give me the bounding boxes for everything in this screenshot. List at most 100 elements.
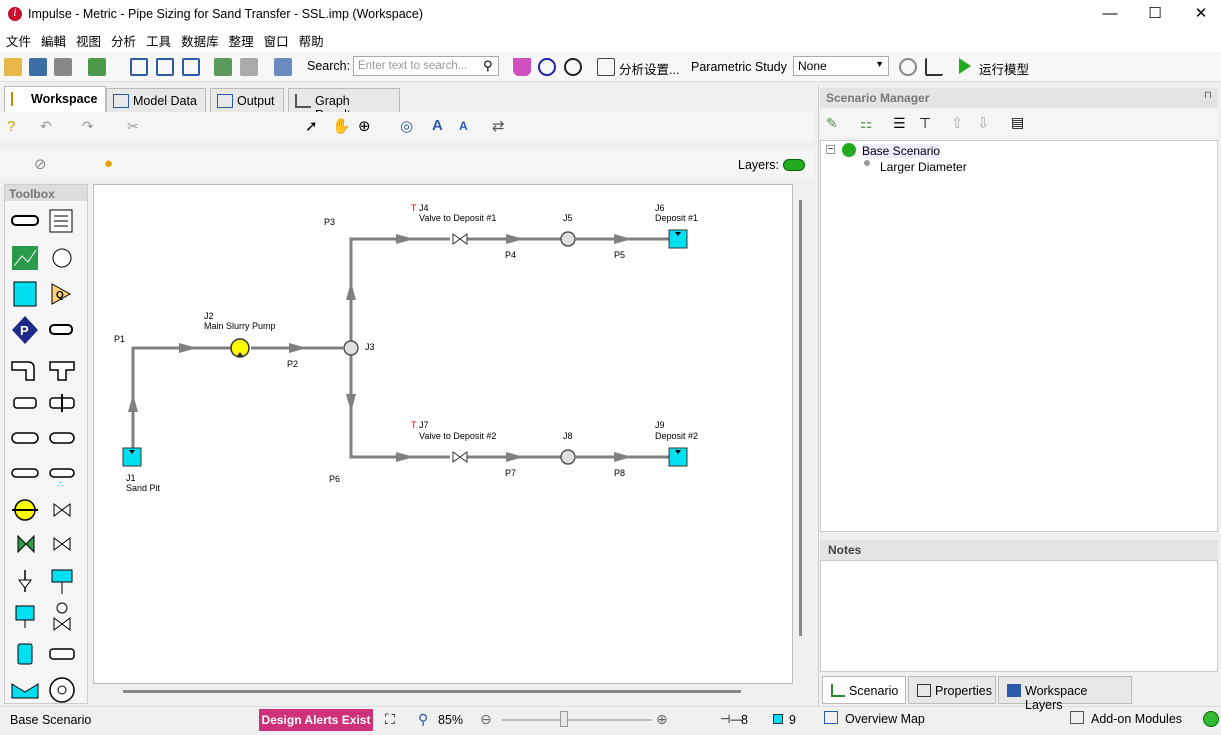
open-icon[interactable] <box>4 58 22 76</box>
export-icon[interactable] <box>88 58 106 76</box>
tool-screen[interactable] <box>11 432 39 444</box>
scenario-tree-icon[interactable]: ⚏ <box>860 115 873 132</box>
tool-valve[interactable] <box>53 503 71 517</box>
move-down-icon[interactable]: ⇩ <box>977 114 990 132</box>
run-model-button[interactable]: 运行模型 <box>979 59 1029 78</box>
tool-pipe[interactable] <box>11 215 39 226</box>
zoom-out-icon[interactable]: ⊖ <box>480 711 492 728</box>
junction-j9[interactable] <box>668 447 688 467</box>
grid-sphere-icon[interactable] <box>538 58 556 76</box>
tab-workspace-layers[interactable]: Workspace Layers <box>998 676 1132 712</box>
tab-graph-results[interactable]: Graph Results <box>288 88 400 122</box>
minimize-button[interactable]: — <box>1087 0 1133 28</box>
print-icon[interactable] <box>54 58 72 76</box>
analysis-settings-button[interactable]: 分析设置... <box>619 59 679 78</box>
select-pointer-icon[interactable]: ➚ <box>305 117 318 135</box>
font-smaller-icon[interactable]: A <box>459 119 468 133</box>
help-icon[interactable]: ? <box>7 118 15 135</box>
tool-orifice[interactable] <box>49 394 75 412</box>
tool-turbine[interactable] <box>49 677 75 703</box>
tool-flow-control[interactable]: Q <box>51 283 72 305</box>
tool-tee[interactable] <box>49 361 75 381</box>
junction-j4[interactable] <box>452 233 468 245</box>
zoom-slider-track[interactable] <box>502 719 652 721</box>
tool-control-valve[interactable] <box>49 648 75 660</box>
tab-scenario[interactable]: Scenario <box>822 676 906 704</box>
vertical-scrollbar[interactable] <box>799 200 802 636</box>
tool-relief-valve[interactable] <box>53 537 71 551</box>
pipe-p6[interactable] <box>349 355 450 459</box>
tool-gas-accumulator[interactable] <box>18 570 32 592</box>
junction-j8[interactable] <box>560 449 576 465</box>
menu-tools[interactable]: 工具 <box>146 31 171 50</box>
junction-j5[interactable] <box>560 231 576 247</box>
tool-area-change[interactable] <box>13 397 37 409</box>
tab-output[interactable]: Output <box>210 88 284 112</box>
font-larger-icon[interactable]: A <box>432 117 443 134</box>
zoom-icon[interactable]: ⊕ <box>358 117 371 135</box>
menu-arrange[interactable]: 整理 <box>229 31 254 50</box>
vertical-split-icon[interactable] <box>156 58 174 76</box>
single-window-icon[interactable] <box>130 58 148 76</box>
zoom-slider-thumb[interactable] <box>560 711 568 727</box>
tool-bend[interactable] <box>11 361 35 381</box>
tool-pump[interactable] <box>12 499 38 521</box>
pipe-p3[interactable] <box>349 237 450 348</box>
tool-spray[interactable] <box>49 432 75 444</box>
tab-model-data[interactable]: Model Data <box>106 88 206 112</box>
fit-to-window-icon[interactable]: ⛶ <box>385 711 395 728</box>
analysis-settings-icon[interactable] <box>597 58 615 76</box>
layout-icon[interactable] <box>240 58 258 76</box>
zoom-magnifier-icon[interactable]: ⚲ <box>418 711 428 728</box>
scenario-filter-icon[interactable]: ⊤ <box>919 115 931 132</box>
move-up-icon[interactable]: ⇧ <box>951 114 964 132</box>
search-icon[interactable]: ⚲ <box>483 58 493 74</box>
tool-vacuum-breaker[interactable] <box>53 602 71 631</box>
gear-icon[interactable] <box>899 58 917 76</box>
tool-volume-balance[interactable] <box>11 683 39 699</box>
design-alerts-badge[interactable]: Design Alerts Exist <box>259 709 373 731</box>
tool-reservoir[interactable] <box>13 281 37 307</box>
flask-icon[interactable] <box>513 58 531 76</box>
network-icon[interactable] <box>214 58 232 76</box>
menu-file[interactable]: 文件 <box>6 31 31 50</box>
pin-icon[interactable]: ⊓ <box>1204 90 1212 101</box>
junction-j3[interactable] <box>343 340 359 356</box>
tool-pump-assigned[interactable]: P <box>12 316 38 344</box>
pipe-p1[interactable] <box>131 346 240 454</box>
tool-nozzle[interactable] <box>49 324 73 335</box>
menu-window[interactable]: 窗口 <box>264 31 289 50</box>
menu-edit[interactable]: 編輯 <box>41 31 66 50</box>
tool-surge-tank[interactable] <box>51 569 73 594</box>
search-input[interactable]: Enter text to search... <box>353 56 499 76</box>
parametric-select[interactable]: None ▼ <box>793 56 889 76</box>
tool-dead-end[interactable] <box>11 468 39 478</box>
close-button[interactable]: ✕ <box>1178 0 1221 28</box>
junction-j6[interactable] <box>668 229 688 249</box>
collapse-icon[interactable]: − <box>826 145 835 155</box>
junction-j1[interactable] <box>122 447 142 467</box>
cut-icon[interactable]: ✂ <box>127 118 139 135</box>
run-icon[interactable] <box>958 57 972 75</box>
scenario-create-icon[interactable]: ✎ <box>826 115 838 132</box>
tool-check-valve[interactable] <box>17 534 35 554</box>
scenario-view-icon[interactable]: ▤ <box>1011 114 1024 131</box>
layers-toggle[interactable] <box>783 159 805 171</box>
scenario-sort-icon[interactable]: ☰ <box>893 115 906 132</box>
junction-j7[interactable] <box>452 451 468 463</box>
find-icon[interactable]: ◎ <box>400 117 413 135</box>
menu-view[interactable]: 视图 <box>76 31 101 50</box>
tool-spray-discharge[interactable]: ∴ <box>49 468 75 489</box>
report-icon[interactable] <box>274 58 292 76</box>
menu-analysis[interactable]: 分析 <box>111 31 136 50</box>
overview-map-button[interactable]: Overview Map <box>845 712 925 726</box>
tool-assigned-flow[interactable] <box>17 643 33 665</box>
no-filter-icon[interactable]: ⊘ <box>34 155 47 173</box>
tool-annotation[interactable] <box>49 209 73 233</box>
tool-liquid-accumulator[interactable] <box>15 605 35 628</box>
horizontal-split-icon[interactable] <box>182 58 200 76</box>
undo-icon[interactable]: ↶ <box>40 118 52 135</box>
reverse-direction-icon[interactable]: ⇄ <box>492 117 505 135</box>
tab-properties[interactable]: Properties <box>908 676 996 704</box>
tool-branch[interactable] <box>52 248 72 268</box>
